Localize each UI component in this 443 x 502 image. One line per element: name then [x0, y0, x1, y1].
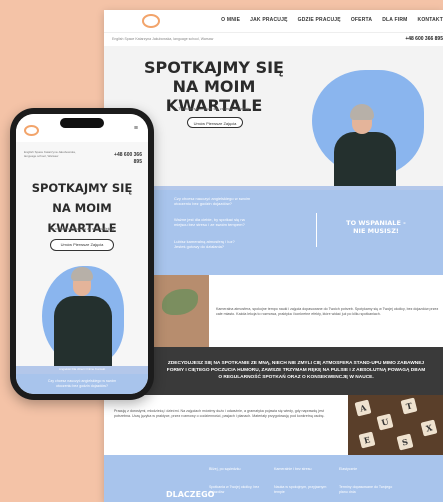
- why-col-1-body: Spotkania w Twojej okolicy, bez dojazdów: [209, 485, 260, 494]
- question-1: Czy chcesz nauczyć angielskiego w swoim …: [174, 196, 274, 206]
- letter-tiles-photo: A U T X E S: [348, 395, 443, 455]
- phone-contact-bar: English Space Katarzyna Jakubowska, lang…: [16, 142, 148, 170]
- questions-section: Czy chcesz nauczyć angielskiego w swoim …: [104, 190, 443, 275]
- highlight-text: TO WSPANIALE - NIE MUSISZ!: [336, 219, 416, 235]
- standup-text: ZDECYDUJESZ SIĘ NA SPOTKANIE ZE MNĄ, NIE…: [156, 360, 436, 381]
- method-text: Pracuję z dorosłymi, młodzieżą i dziećmi…: [114, 409, 325, 418]
- hamburger-menu-icon[interactable]: ≡: [134, 125, 138, 132]
- question-3-line-2: Jesteś gotowy do działania?: [174, 244, 225, 249]
- question-2: Ważne jest dla ciebie, by spotkać się na…: [174, 217, 274, 227]
- method-section: Pracuję z dorosłymi, młodzieżą i dziećmi…: [104, 395, 443, 455]
- plant-photo: [154, 275, 209, 347]
- desktop-navbar: O MNIE JAK PRACUJĘ GDZIE PRACUJĘ OFERTA …: [104, 10, 443, 32]
- phone-question-text: Czy chcesz nauczyć angielskiego w swoim …: [26, 379, 138, 389]
- why-section: Bliżej, po sąsiedzku Kameralnie i bez st…: [104, 455, 443, 502]
- standup-line-1: ZDECYDUJESZ SIĘ NA SPOTKANIE ZE MNĄ, NIE…: [167, 361, 425, 366]
- why-title: DLACZEGO: [166, 490, 215, 499]
- letter-tile: S: [396, 433, 414, 451]
- why-col-1-head: Bliżej, po sąsiedzku: [209, 467, 241, 471]
- about-section: Kameralna atmosfera, spokojne tempo nauk…: [104, 275, 443, 347]
- letter-tile: U: [376, 413, 394, 431]
- phone-notch: [60, 118, 104, 128]
- hero-section: SPOTKAJMY SIĘ NA MOIM KWARTALE Tu możesz…: [104, 46, 443, 186]
- phone-question-line-2: otoczeniu bez godzin dojazdów?: [56, 384, 108, 388]
- divider: [316, 213, 317, 247]
- why-col-3-head: Elastycznie: [339, 467, 358, 471]
- desktop-page: O MNIE JAK PRACUJĘ GDZIE PRACUJĘ OFERTA …: [104, 10, 443, 502]
- phone-hero-title-line-2: NA MOIM KWARTALE: [47, 201, 117, 235]
- nav-item-gdzie-pracuje[interactable]: GDZIE PRACUJĘ: [298, 17, 341, 23]
- phone-screen: ≡ English Space Katarzyna Jakubowska, la…: [16, 114, 148, 394]
- phone-portrait-body: [54, 296, 112, 366]
- contact-info-text: English Space Katarzyna Jakubowska, lang…: [112, 37, 214, 41]
- phone-number[interactable]: +48 600 366 895: [82, 152, 142, 166]
- nav-item-kontakt[interactable]: KONTAKT: [418, 17, 443, 23]
- question-3: Lubisz kameralną atmosferę i luz? Jesteś…: [174, 239, 274, 249]
- nav-item-jak-pracuje[interactable]: JAK PRACUJĘ: [250, 17, 288, 23]
- phone-contact-info: English Space Katarzyna Jakubowska, lang…: [24, 150, 76, 158]
- letter-tile: X: [420, 419, 438, 437]
- phone-portrait-hair: [71, 267, 93, 281]
- phone-questions-section: Czy chcesz nauczyć angielskiego w swoim …: [16, 374, 148, 394]
- standup-section: ZDECYDUJESZ SIĘ NA SPOTKANIE ZE MNĄ, NIE…: [104, 347, 443, 395]
- highlight-line-2: NIE MUSISZ!: [353, 227, 399, 235]
- phone-hero-subtitle: Tu możesz umówić się ze mną na lekcję: [49, 227, 115, 231]
- phone-number[interactable]: +48 600 366 895: [405, 36, 443, 42]
- book-lesson-button[interactable]: Umów Pierwsze Zajęcia: [50, 239, 114, 251]
- nav-item-oferta[interactable]: OFERTA: [351, 17, 372, 23]
- about-text: Kameralna atmosfera, spokojne tempo nauk…: [216, 307, 439, 316]
- contact-bar: English Space Katarzyna Jakubowska, lang…: [104, 32, 443, 47]
- hero-portrait-body: [334, 132, 396, 186]
- standup-line-2: FORMY I CIĘTEGO POCZUCIA HUMORU, ZAWSZE …: [166, 368, 426, 373]
- question-1-line-2: otoczeniu bez godzin dojazdów?: [174, 201, 232, 206]
- question-2-line-2: miejscu bez stresu i ze swoim tempem?: [174, 222, 245, 227]
- phone-number-line-1: +48 600 366: [114, 152, 142, 158]
- letter-tile: T: [400, 397, 418, 415]
- book-lesson-button[interactable]: Umów Pierwsze Zajęcia: [187, 117, 243, 128]
- hero-title-line-1: SPOTKAJMY SIĘ: [144, 58, 284, 77]
- why-col-2-head: Kameralnie i bez stresu: [274, 467, 312, 471]
- highlight-line-1: TO WSPANIALE -: [346, 219, 406, 227]
- phone-hero-title-line-1: SPOTKAJMY SIĘ: [31, 181, 133, 195]
- nav-item-dla-firm[interactable]: DLA FIRM: [382, 17, 407, 23]
- nav-menu: O MNIE JAK PRACUJĘ GDZIE PRACUJĘ OFERTA …: [221, 17, 443, 23]
- why-col-2-body: Nauka w spokojnym, przyjaznym tempie: [274, 485, 327, 494]
- logo-icon[interactable]: [142, 14, 160, 28]
- standup-line-3: O REGULARNOŚĆ SPOTKAŃ ORAZ O KONSEKWENCJ…: [218, 375, 374, 380]
- nav-item-o-mnie[interactable]: O MNIE: [221, 17, 240, 23]
- why-col-3-body: Terminy dopasowane do Twojego planu dnia: [339, 485, 393, 494]
- phone-sub-menu-strip: Angielski Dla dzieci Online Kontakt: [16, 366, 148, 374]
- phone-mockup: ≡ English Space Katarzyna Jakubowska, la…: [10, 108, 154, 400]
- phone-sub-menu-text: Angielski Dla dzieci Online Kontakt: [58, 367, 106, 371]
- logo-icon[interactable]: [24, 125, 39, 136]
- phone-hero: SPOTKAJMY SIĘ NA MOIM KWARTALE Tu możesz…: [16, 170, 148, 366]
- letter-tile: A: [354, 399, 372, 417]
- hero-subtitle: Tu możesz umówić się ze mną na lekcję: [178, 106, 250, 111]
- leaf-shape: [162, 289, 198, 315]
- phone-number-line-2: 895: [133, 159, 142, 165]
- letter-tile: E: [358, 431, 376, 449]
